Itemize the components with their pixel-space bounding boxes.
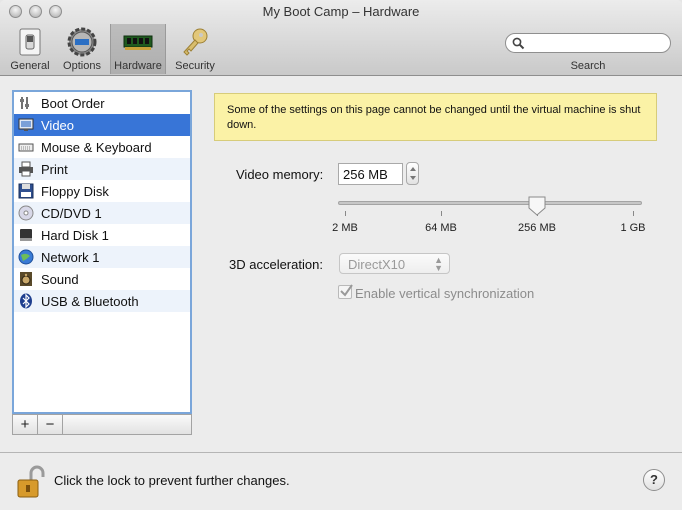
3d-acceleration-popup[interactable]: DirectX10 ▲ ▼ (339, 253, 450, 274)
add-device-button[interactable]: + (13, 415, 38, 434)
vsync-checkbox[interactable] (338, 284, 353, 299)
popup-arrows-icon: ▲ ▼ (434, 255, 443, 273)
hard-disk-icon (20, 229, 32, 241)
sidebar-item-label: Network 1 (41, 250, 100, 265)
checkmark-icon (340, 284, 353, 297)
lock-icon[interactable] (16, 465, 46, 499)
device-list[interactable]: Boot Order Video Mouse & Keyboard Print (12, 90, 192, 414)
toolbar-options-label: Options (63, 60, 101, 72)
key-icon (183, 28, 208, 56)
sidebar-item-hard-disk-1[interactable]: Hard Disk 1 (14, 224, 190, 246)
toolbar-hardware-label: Hardware (114, 60, 162, 72)
network-globe-icon (18, 249, 34, 265)
sidebar-item-video[interactable]: Video (14, 114, 190, 136)
sidebar-item-usb-bluetooth[interactable]: USB & Bluetooth (14, 290, 190, 312)
sidebar-item-label: Hard Disk 1 (41, 228, 109, 243)
sidebar-item-label: USB & Bluetooth (41, 294, 139, 309)
speaker-icon (20, 272, 32, 286)
sidebar-item-label: Sound (41, 272, 79, 287)
shutdown-notice: Some of the settings on this page cannot… (214, 93, 657, 141)
keyboard-icon (18, 143, 34, 152)
sidebar-item-label: Mouse & Keyboard (41, 140, 152, 155)
sidebar-item-network-1[interactable]: Network 1 (14, 246, 190, 268)
sidebar-item-cd-dvd-1[interactable]: CD/DVD 1 (14, 202, 190, 224)
sidebar-item-boot-order[interactable]: Boot Order (14, 92, 190, 114)
floppy-disk-icon (18, 183, 34, 199)
sidebar-item-label: Print (41, 162, 68, 177)
search-label: Search (570, 60, 606, 72)
sidebar-item-label: Floppy Disk (41, 184, 109, 199)
search-input[interactable] (528, 35, 668, 53)
lock-message: Click the lock to prevent further change… (54, 473, 290, 488)
cd-dvd-icon (18, 205, 34, 221)
sidebar-item-floppy-disk[interactable]: Floppy Disk (14, 180, 190, 202)
video-memory-field[interactable]: 256 MB (338, 163, 403, 185)
monitor-icon (18, 118, 34, 131)
toolbar: My Boot Camp – Hardware General Options (0, 0, 682, 76)
toolbar-security-button[interactable]: Security (170, 24, 220, 74)
sidebar-item-label: Boot Order (41, 96, 105, 111)
video-memory-label: Video memory: (236, 167, 324, 182)
search-icon (512, 37, 525, 50)
toolbar-hardware-button[interactable]: Hardware (110, 24, 166, 74)
sidebar-item-label: Video (41, 118, 75, 133)
slider-tick-label: 2 MB (332, 222, 358, 234)
toolbar-options-button[interactable]: Options (57, 24, 107, 74)
help-button[interactable]: ? (643, 469, 665, 491)
slider-tick (345, 211, 346, 216)
sidebar-item-mouse-keyboard[interactable]: Mouse & Keyboard (14, 136, 190, 158)
switch-icon (19, 28, 41, 56)
slider-tick-label: 1 GB (620, 222, 646, 234)
chip-icon (123, 35, 153, 50)
bottom-bar: Click the lock to prevent further change… (0, 452, 682, 510)
slider-tick (441, 211, 442, 216)
bluetooth-icon (20, 293, 32, 309)
vsync-label: Enable vertical synchronization (355, 286, 535, 301)
window-title: My Boot Camp – Hardware (262, 4, 420, 19)
printer-icon (19, 161, 33, 177)
video-memory-slider[interactable] (338, 201, 642, 205)
3d-acceleration-label: 3D acceleration: (229, 257, 323, 272)
search-field[interactable] (505, 33, 671, 53)
preferences-window: My Boot Camp – Hardware General Options (0, 0, 682, 510)
sidebar-item-sound[interactable]: Sound (14, 268, 190, 290)
toolbar-security-label: Security (175, 60, 215, 72)
gear-icon (67, 27, 97, 57)
remove-device-button[interactable]: − (38, 415, 63, 434)
3d-acceleration-value: DirectX10 (348, 257, 406, 272)
slider-tick-label: 64 MB (425, 222, 457, 234)
device-list-footer: + − (12, 414, 192, 435)
slider-knob[interactable] (528, 196, 546, 216)
slider-tick (633, 211, 634, 216)
slider-tick-label: 256 MB (518, 222, 556, 234)
video-memory-stepper[interactable] (406, 162, 419, 185)
stepper-arrows-icon (410, 167, 416, 180)
toolbar-general-label: General (10, 60, 50, 72)
toolbar-general-button[interactable]: General (6, 24, 54, 74)
boot-order-icon (20, 97, 29, 109)
sidebar-item-label: CD/DVD 1 (41, 206, 102, 221)
sidebar-item-print[interactable]: Print (14, 158, 190, 180)
